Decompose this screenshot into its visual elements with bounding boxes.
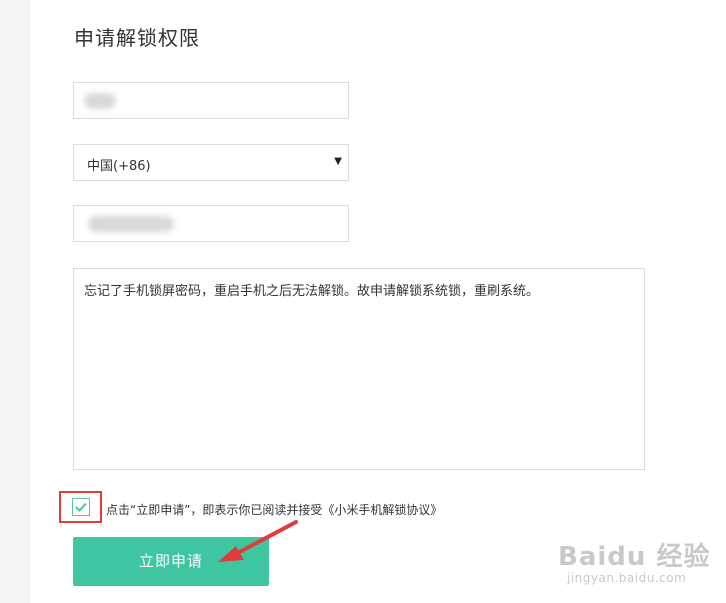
- watermark-sub: jingyan.baidu.com: [567, 571, 687, 585]
- agreement-checkbox[interactable]: [72, 498, 90, 516]
- page: 申请解锁权限 中国(+86) ▼ 忘记了手机锁屏密码，重启手机之后无法解锁。故申…: [0, 0, 726, 603]
- name-input[interactable]: [73, 82, 349, 119]
- blurred-phone-value: [88, 216, 174, 232]
- checkmark-icon: [75, 502, 87, 512]
- blurred-name-value: [84, 93, 116, 109]
- phone-input[interactable]: [73, 205, 349, 242]
- region-select[interactable]: 中国(+86) ▼: [73, 144, 349, 181]
- region-selected-value: 中国(+86): [87, 159, 151, 174]
- reason-textarea[interactable]: 忘记了手机锁屏密码，重启手机之后无法解锁。故申请解锁系统锁，重刷系统。: [73, 268, 645, 470]
- dropdown-caret-icon: ▼: [334, 156, 342, 167]
- baidu-watermark: Baidu 经验 jingyan.baidu.com: [558, 536, 709, 592]
- page-title: 申请解锁权限: [74, 26, 200, 50]
- red-arrow-icon: [218, 520, 298, 562]
- watermark-main: Baidu 经验: [558, 542, 711, 572]
- agreement-text: 点击“立即申请”，即表示你已阅读并接受《小米手机解锁协议》: [106, 503, 443, 517]
